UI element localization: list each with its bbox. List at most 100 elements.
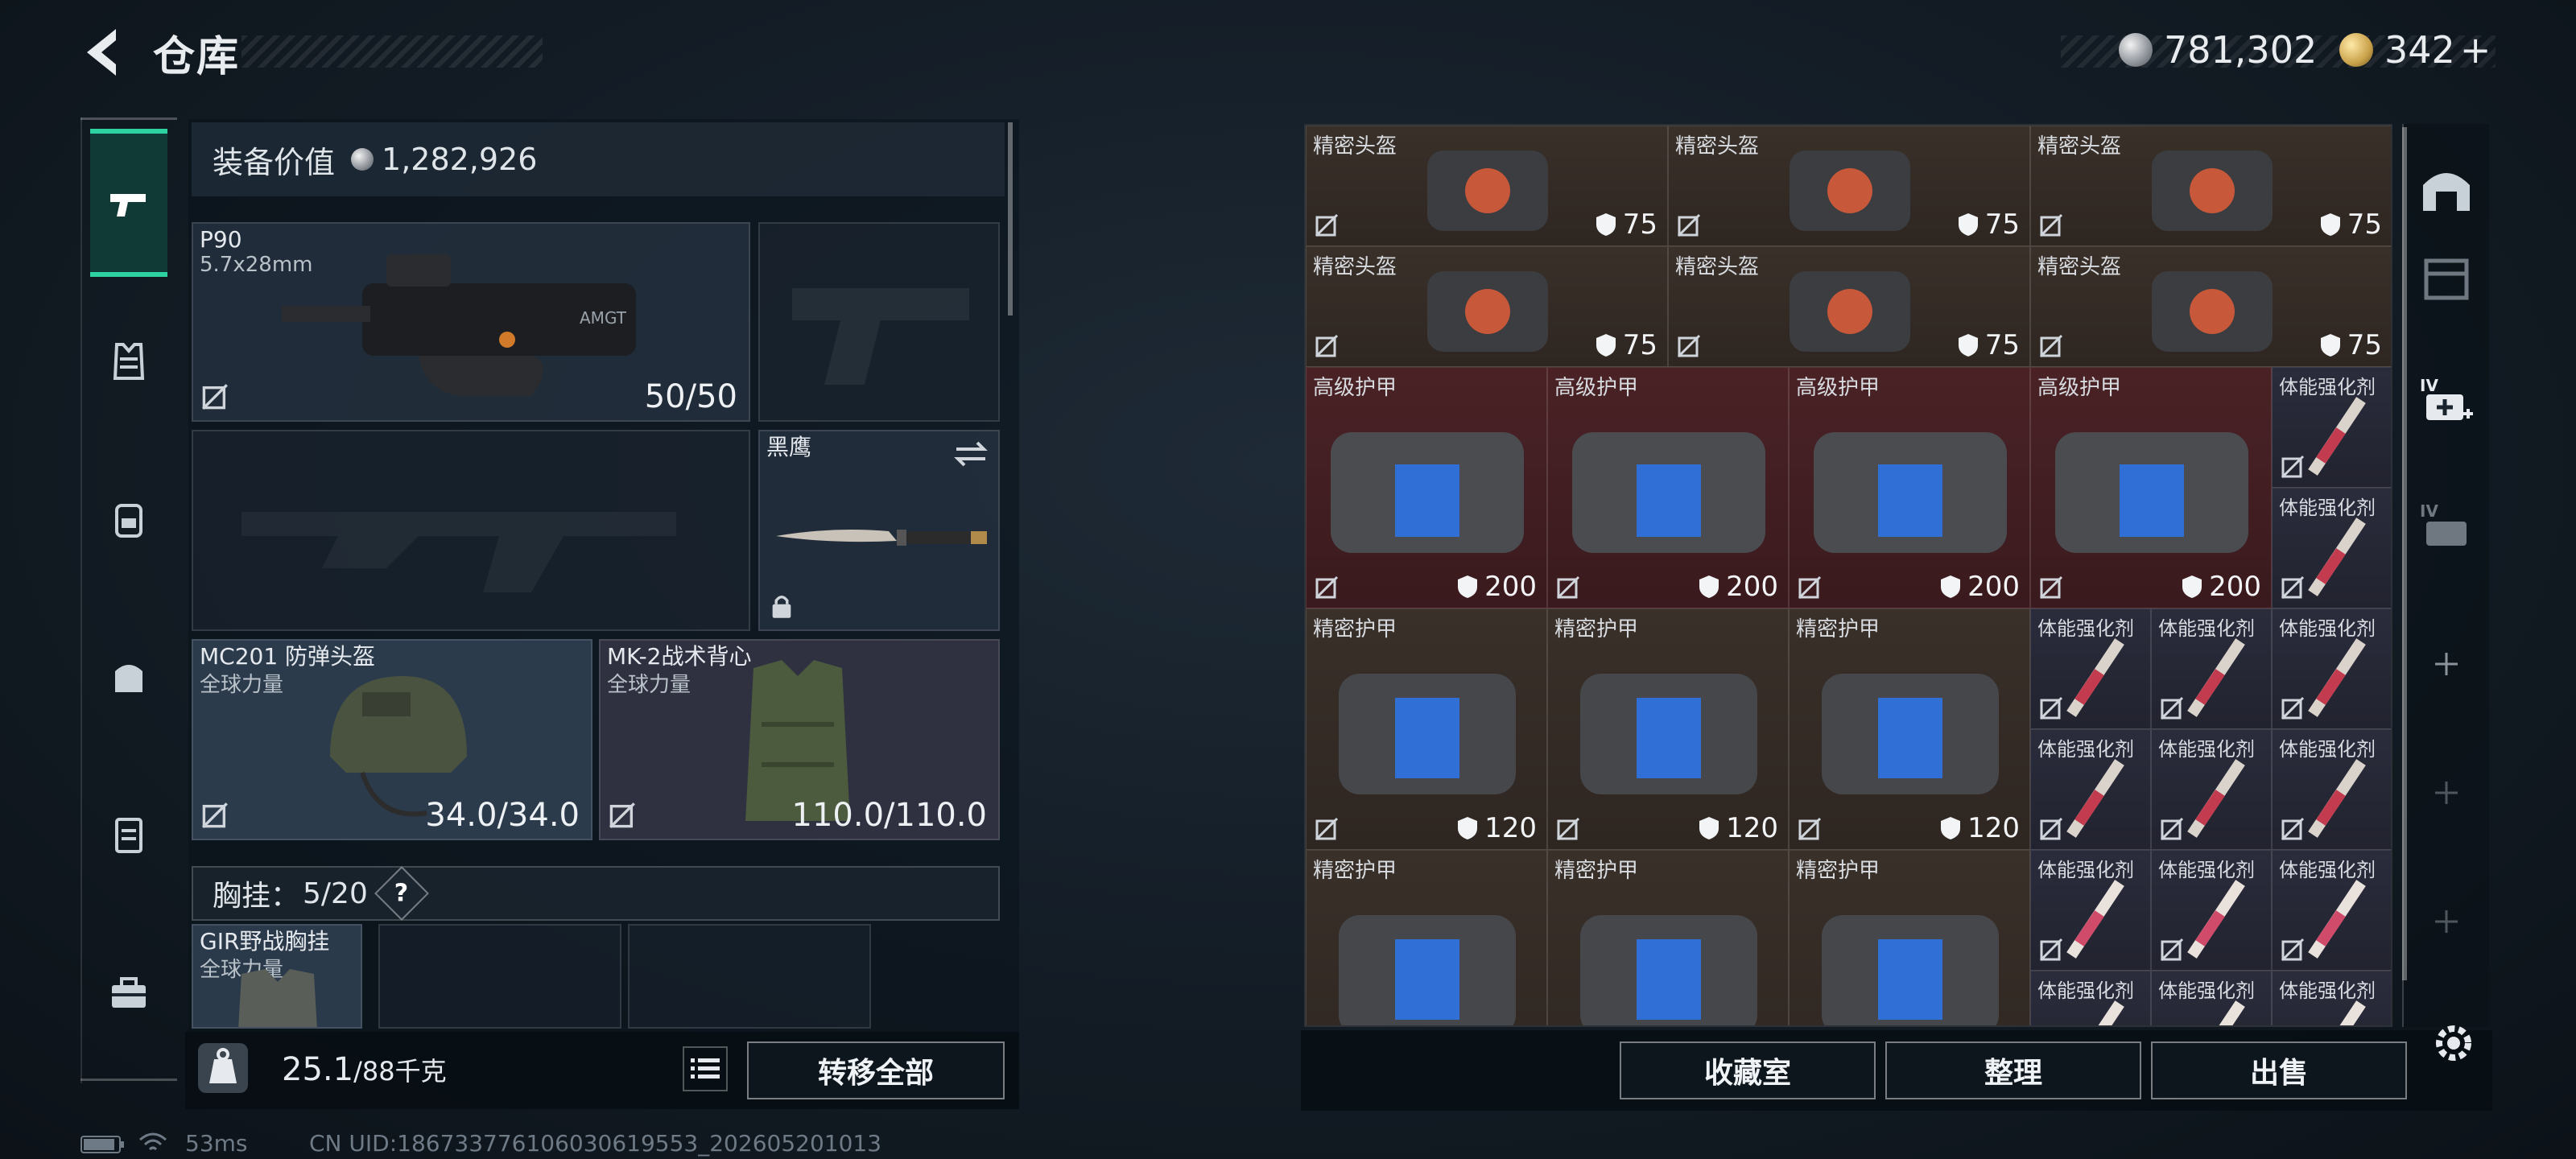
svg-text:IV: IV — [2420, 376, 2438, 395]
rail-item-backpack[interactable] — [90, 633, 167, 721]
list-view-button[interactable] — [683, 1046, 728, 1091]
back-arrow-icon[interactable] — [77, 24, 126, 80]
page-title: 仓库 — [153, 33, 241, 81]
no-trade-icon — [2281, 455, 2305, 479]
storage-item-helmet[interactable]: 精密头盔 75 — [2030, 126, 2391, 246]
storage-scrollbar[interactable] — [2402, 127, 2407, 980]
sidearm-slot[interactable] — [758, 222, 1000, 422]
ping-readout: 53ms — [185, 1130, 248, 1157]
secondary-weapon-slot[interactable] — [192, 430, 750, 631]
storage-item-armor[interactable]: 精密护甲 120 — [1547, 608, 1789, 850]
storage-item-stim[interactable]: 体能强化剂 — [2272, 488, 2391, 608]
storage-item-helmet[interactable]: 精密头盔 75 — [2030, 246, 2391, 367]
storage-item-stim[interactable]: 体能强化剂 — [2272, 367, 2391, 488]
add-tab-button[interactable] — [2418, 893, 2475, 950]
item-name: 高级护甲 — [1554, 376, 1639, 400]
rail-divider — [80, 1079, 177, 1081]
slot-item-name: MK-2战术背心 — [607, 643, 752, 670]
no-trade-icon — [202, 802, 228, 828]
add-tab-button[interactable] — [2418, 765, 2475, 821]
chest-rig-item[interactable]: GIR野战胸挂 全球力量 — [192, 924, 362, 1029]
helmet-slot[interactable]: MC201 防弹头盔 全球力量 34.0/34.0 — [192, 639, 592, 840]
storage-item-armor[interactable]: 精密护甲 — [1306, 850, 1547, 1025]
equipment-scrollbar[interactable] — [1008, 122, 1013, 316]
item-value: 75 — [2347, 208, 2382, 241]
item-name: 精密护甲 — [1554, 617, 1639, 641]
storage-item-stim[interactable]: 体能强化剂 — [2151, 971, 2272, 1025]
storage-tab-main[interactable] — [2418, 161, 2475, 217]
storage-item-stim[interactable]: 体能强化剂 — [2030, 850, 2151, 971]
toolbox-icon — [112, 977, 146, 1008]
primary-weapon-slot[interactable]: AMGT P90 5.7x28mm 50/50 — [192, 222, 750, 422]
collection-room-button[interactable]: 收藏室 — [1620, 1041, 1876, 1099]
storage-item-stim[interactable]: 体能强化剂 — [2030, 608, 2151, 729]
shield-icon — [1596, 213, 1616, 236]
helmet-durability: 34.0/34.0 — [425, 797, 580, 834]
vest-slot[interactable]: MK-2战术背心 全球力量 110.0/110.0 — [599, 639, 1000, 840]
storage-item-helmet[interactable]: 精密头盔 75 — [1668, 246, 2030, 367]
storage-item-armor[interactable]: 精密护甲 — [1547, 850, 1789, 1025]
storage-item-helmet[interactable]: 精密头盔 75 — [1306, 246, 1668, 367]
shield-icon — [1941, 575, 1961, 598]
stim-syringe-image — [2308, 759, 2366, 838]
weight-current: 25.1 — [282, 1051, 354, 1088]
no-trade-icon — [2281, 696, 2305, 720]
storage-item-armor-advanced[interactable]: 高级护甲 200 — [1789, 367, 2030, 608]
shield-icon — [1699, 817, 1719, 839]
storage-item-stim[interactable]: 体能强化剂 — [2272, 729, 2391, 850]
storage-item-armor[interactable]: 精密护甲 120 — [1306, 608, 1547, 850]
storage-item-stim[interactable]: 体能强化剂 — [2151, 850, 2272, 971]
storage-item-stim[interactable]: 体能强化剂 — [2030, 971, 2151, 1025]
storage-item-helmet[interactable]: 精密头盔 75 — [1306, 126, 1668, 246]
storage-item-helmet[interactable]: 精密头盔 75 — [1668, 126, 2030, 246]
storage-item-stim[interactable]: 体能强化剂 — [2151, 729, 2272, 850]
weight-max: /88千克 — [353, 1056, 447, 1087]
rail-item-container[interactable] — [90, 790, 167, 879]
chest-rig-empty-slot[interactable] — [628, 924, 871, 1029]
transfer-all-button[interactable]: 转移全部 — [747, 1041, 1005, 1099]
item-value: 200 — [1726, 571, 1778, 603]
warehouse-icon — [2423, 173, 2470, 211]
armor-box-image — [2055, 432, 2248, 553]
item-name: 精密护甲 — [1313, 859, 1397, 883]
storage-item-stim[interactable]: 体能强化剂 — [2030, 729, 2151, 850]
rail-item-armor[interactable] — [90, 317, 167, 406]
storage-item-stim[interactable]: 体能强化剂 — [2272, 608, 2391, 729]
melee-slot[interactable]: 黑鹰 — [758, 430, 1000, 631]
user-uid: CN UID:186733776106030619553_20260520101… — [309, 1130, 882, 1157]
p90-weapon-image: AMGT — [282, 254, 636, 396]
help-icon[interactable]: ? — [374, 866, 429, 921]
armor-box-image — [1822, 915, 1999, 1025]
chest-rig-empty-slot[interactable] — [378, 924, 621, 1029]
storage-item-stim[interactable]: 体能强化剂 — [2151, 608, 2272, 729]
slot-item-name: GIR野战胸挂 — [200, 928, 330, 955]
rail-item-weapons[interactable] — [90, 129, 167, 277]
swap-icon[interactable] — [953, 439, 989, 468]
rail-item-tools[interactable] — [90, 948, 167, 1037]
plus-icon — [2435, 653, 2458, 675]
sell-button[interactable]: 出售 — [2151, 1041, 2407, 1099]
helmet-box-image — [1427, 271, 1548, 352]
no-trade-icon — [1315, 334, 1339, 358]
gold-currency[interactable]: 342 + — [2339, 24, 2491, 76]
shield-icon — [2320, 213, 2340, 236]
storage-tab-4[interactable]: IV — [2418, 499, 2475, 555]
no-trade-icon — [1556, 575, 1580, 600]
storage-tab-2[interactable] — [2418, 250, 2475, 306]
storage-tab-medical-4[interactable]: IV — [2418, 373, 2475, 430]
organize-button[interactable]: 整理 — [1885, 1041, 2141, 1099]
storage-item-armor[interactable]: 精密护甲 — [1789, 850, 2030, 1025]
rail-item-chest-rig[interactable] — [90, 475, 167, 563]
add-gold-button[interactable]: + — [2460, 28, 2491, 72]
storage-item-armor-advanced[interactable]: 高级护甲 200 — [2030, 367, 2272, 608]
storage-item-armor-advanced[interactable]: 高级护甲 200 — [1306, 367, 1547, 608]
storage-item-stim[interactable]: 体能强化剂 — [2272, 971, 2391, 1025]
stim-syringe-image — [2308, 880, 2366, 959]
storage-item-armor[interactable]: 精密护甲 120 — [1789, 608, 2030, 850]
armor-box-image — [1339, 674, 1516, 794]
gear-icon[interactable] — [2429, 1019, 2478, 1067]
storage-item-stim[interactable]: 体能强化剂 — [2272, 850, 2391, 971]
add-tab-button[interactable] — [2418, 636, 2475, 692]
item-value: 75 — [1984, 329, 2020, 361]
storage-item-armor-advanced[interactable]: 高级护甲 200 — [1547, 367, 1789, 608]
